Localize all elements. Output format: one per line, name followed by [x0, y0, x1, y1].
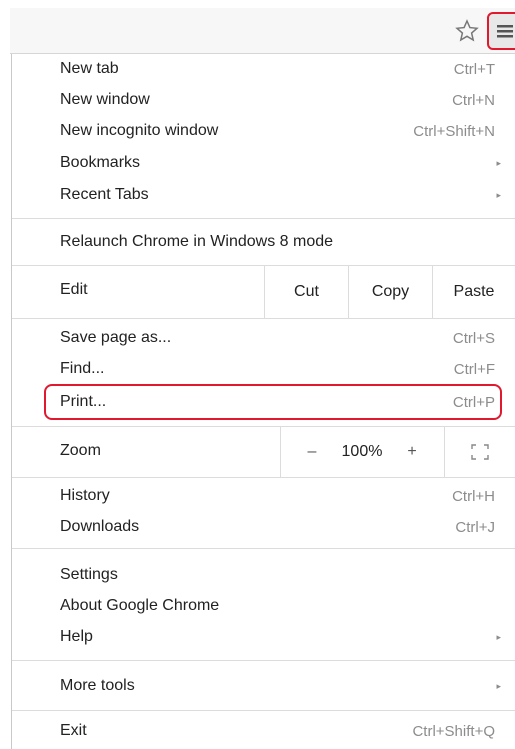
menu-item-label: Exit	[60, 722, 87, 739]
menu-item-label: Downloads	[60, 518, 140, 535]
menu-item-shortcut: Ctrl+J	[455, 518, 495, 536]
chrome-menu-button[interactable]	[487, 12, 515, 50]
zoom-level: 100%	[341, 443, 383, 460]
menu-item-help[interactable]: Help ▸	[12, 622, 515, 652]
menu-item-label: Settings	[60, 566, 118, 583]
submenu-arrow-icon: ▸	[496, 157, 501, 168]
zoom-divider	[280, 427, 281, 477]
menu-item-shortcut: Ctrl+H	[452, 487, 495, 505]
menu-item-shortcut: Ctrl+Shift+N	[413, 122, 495, 140]
menu-separator	[12, 660, 515, 661]
menu-item-label: Relaunch Chrome in Windows 8 mode	[60, 233, 334, 250]
menu-item-about-chrome[interactable]: About Google Chrome	[12, 591, 515, 621]
zoom-out-button[interactable]: –	[292, 427, 332, 477]
submenu-arrow-icon: ▸	[496, 189, 501, 200]
menu-item-new-tab[interactable]: New tab Ctrl+T	[12, 54, 515, 84]
menu-item-label: Bookmarks	[60, 154, 141, 171]
menu-item-new-window[interactable]: New window Ctrl+N	[12, 85, 515, 115]
menu-item-relaunch-windows8[interactable]: Relaunch Chrome in Windows 8 mode	[12, 227, 515, 257]
menu-item-shortcut: Ctrl+Shift+Q	[412, 722, 495, 740]
zoom-row-label: Zoom	[60, 442, 101, 459]
menu-item-recent-tabs[interactable]: Recent Tabs ▸	[12, 180, 515, 210]
menu-separator	[12, 548, 515, 549]
bookmark-star-button[interactable]	[452, 16, 482, 46]
fullscreen-button[interactable]	[445, 427, 515, 477]
menu-item-new-incognito-window[interactable]: New incognito window Ctrl+Shift+N	[12, 116, 515, 146]
star-outline-icon	[455, 19, 479, 42]
paste-button[interactable]: Paste	[433, 266, 515, 318]
menu-item-label: New tab	[60, 60, 119, 77]
fullscreen-icon	[471, 444, 489, 460]
menu-item-label: Help	[60, 628, 93, 645]
browser-toolbar	[10, 8, 515, 54]
menu-item-label: Recent Tabs	[60, 186, 149, 203]
menu-item-label: More tools	[60, 677, 135, 694]
menu-separator	[12, 710, 515, 711]
zoom-row: Zoom – 100% +	[12, 426, 515, 478]
zoom-in-button[interactable]: +	[392, 427, 432, 477]
print-highlight-box	[44, 384, 502, 420]
menu-item-label: History	[60, 487, 110, 504]
edit-row-label: Edit	[60, 281, 88, 298]
menu-item-shortcut: Ctrl+N	[452, 91, 495, 109]
menu-item-label: New window	[60, 91, 150, 108]
menu-item-label: Find...	[60, 360, 105, 377]
menu-item-shortcut: Ctrl+F	[453, 360, 495, 378]
chrome-menu: New tab Ctrl+T New window Ctrl+N New inc…	[11, 54, 515, 749]
edit-row: Edit Cut Copy Paste	[12, 265, 515, 319]
copy-button[interactable]: Copy	[349, 266, 432, 318]
menu-item-settings[interactable]: Settings	[12, 560, 515, 590]
menu-item-history[interactable]: History Ctrl+H	[12, 481, 515, 511]
menu-item-shortcut: Ctrl+S	[452, 329, 495, 347]
menu-item-label: New incognito window	[60, 122, 219, 139]
menu-item-label: Save page as...	[60, 329, 172, 346]
menu-item-bookmarks[interactable]: Bookmarks ▸	[12, 148, 515, 178]
menu-item-label: About Google Chrome	[60, 597, 220, 614]
cut-button[interactable]: Cut	[265, 266, 348, 318]
menu-item-downloads[interactable]: Downloads Ctrl+J	[12, 512, 515, 542]
submenu-arrow-icon: ▸	[496, 631, 501, 642]
menu-item-shortcut: Ctrl+T	[453, 60, 495, 78]
menu-item-more-tools[interactable]: More tools ▸	[12, 671, 515, 701]
menu-item-find[interactable]: Find... Ctrl+F	[12, 354, 515, 384]
submenu-arrow-icon: ▸	[496, 680, 501, 691]
menu-item-exit[interactable]: Exit Ctrl+Shift+Q	[12, 716, 515, 746]
menu-item-save-page-as[interactable]: Save page as... Ctrl+S	[12, 323, 515, 353]
hamburger-menu-icon	[497, 25, 513, 38]
menu-separator	[12, 218, 515, 219]
